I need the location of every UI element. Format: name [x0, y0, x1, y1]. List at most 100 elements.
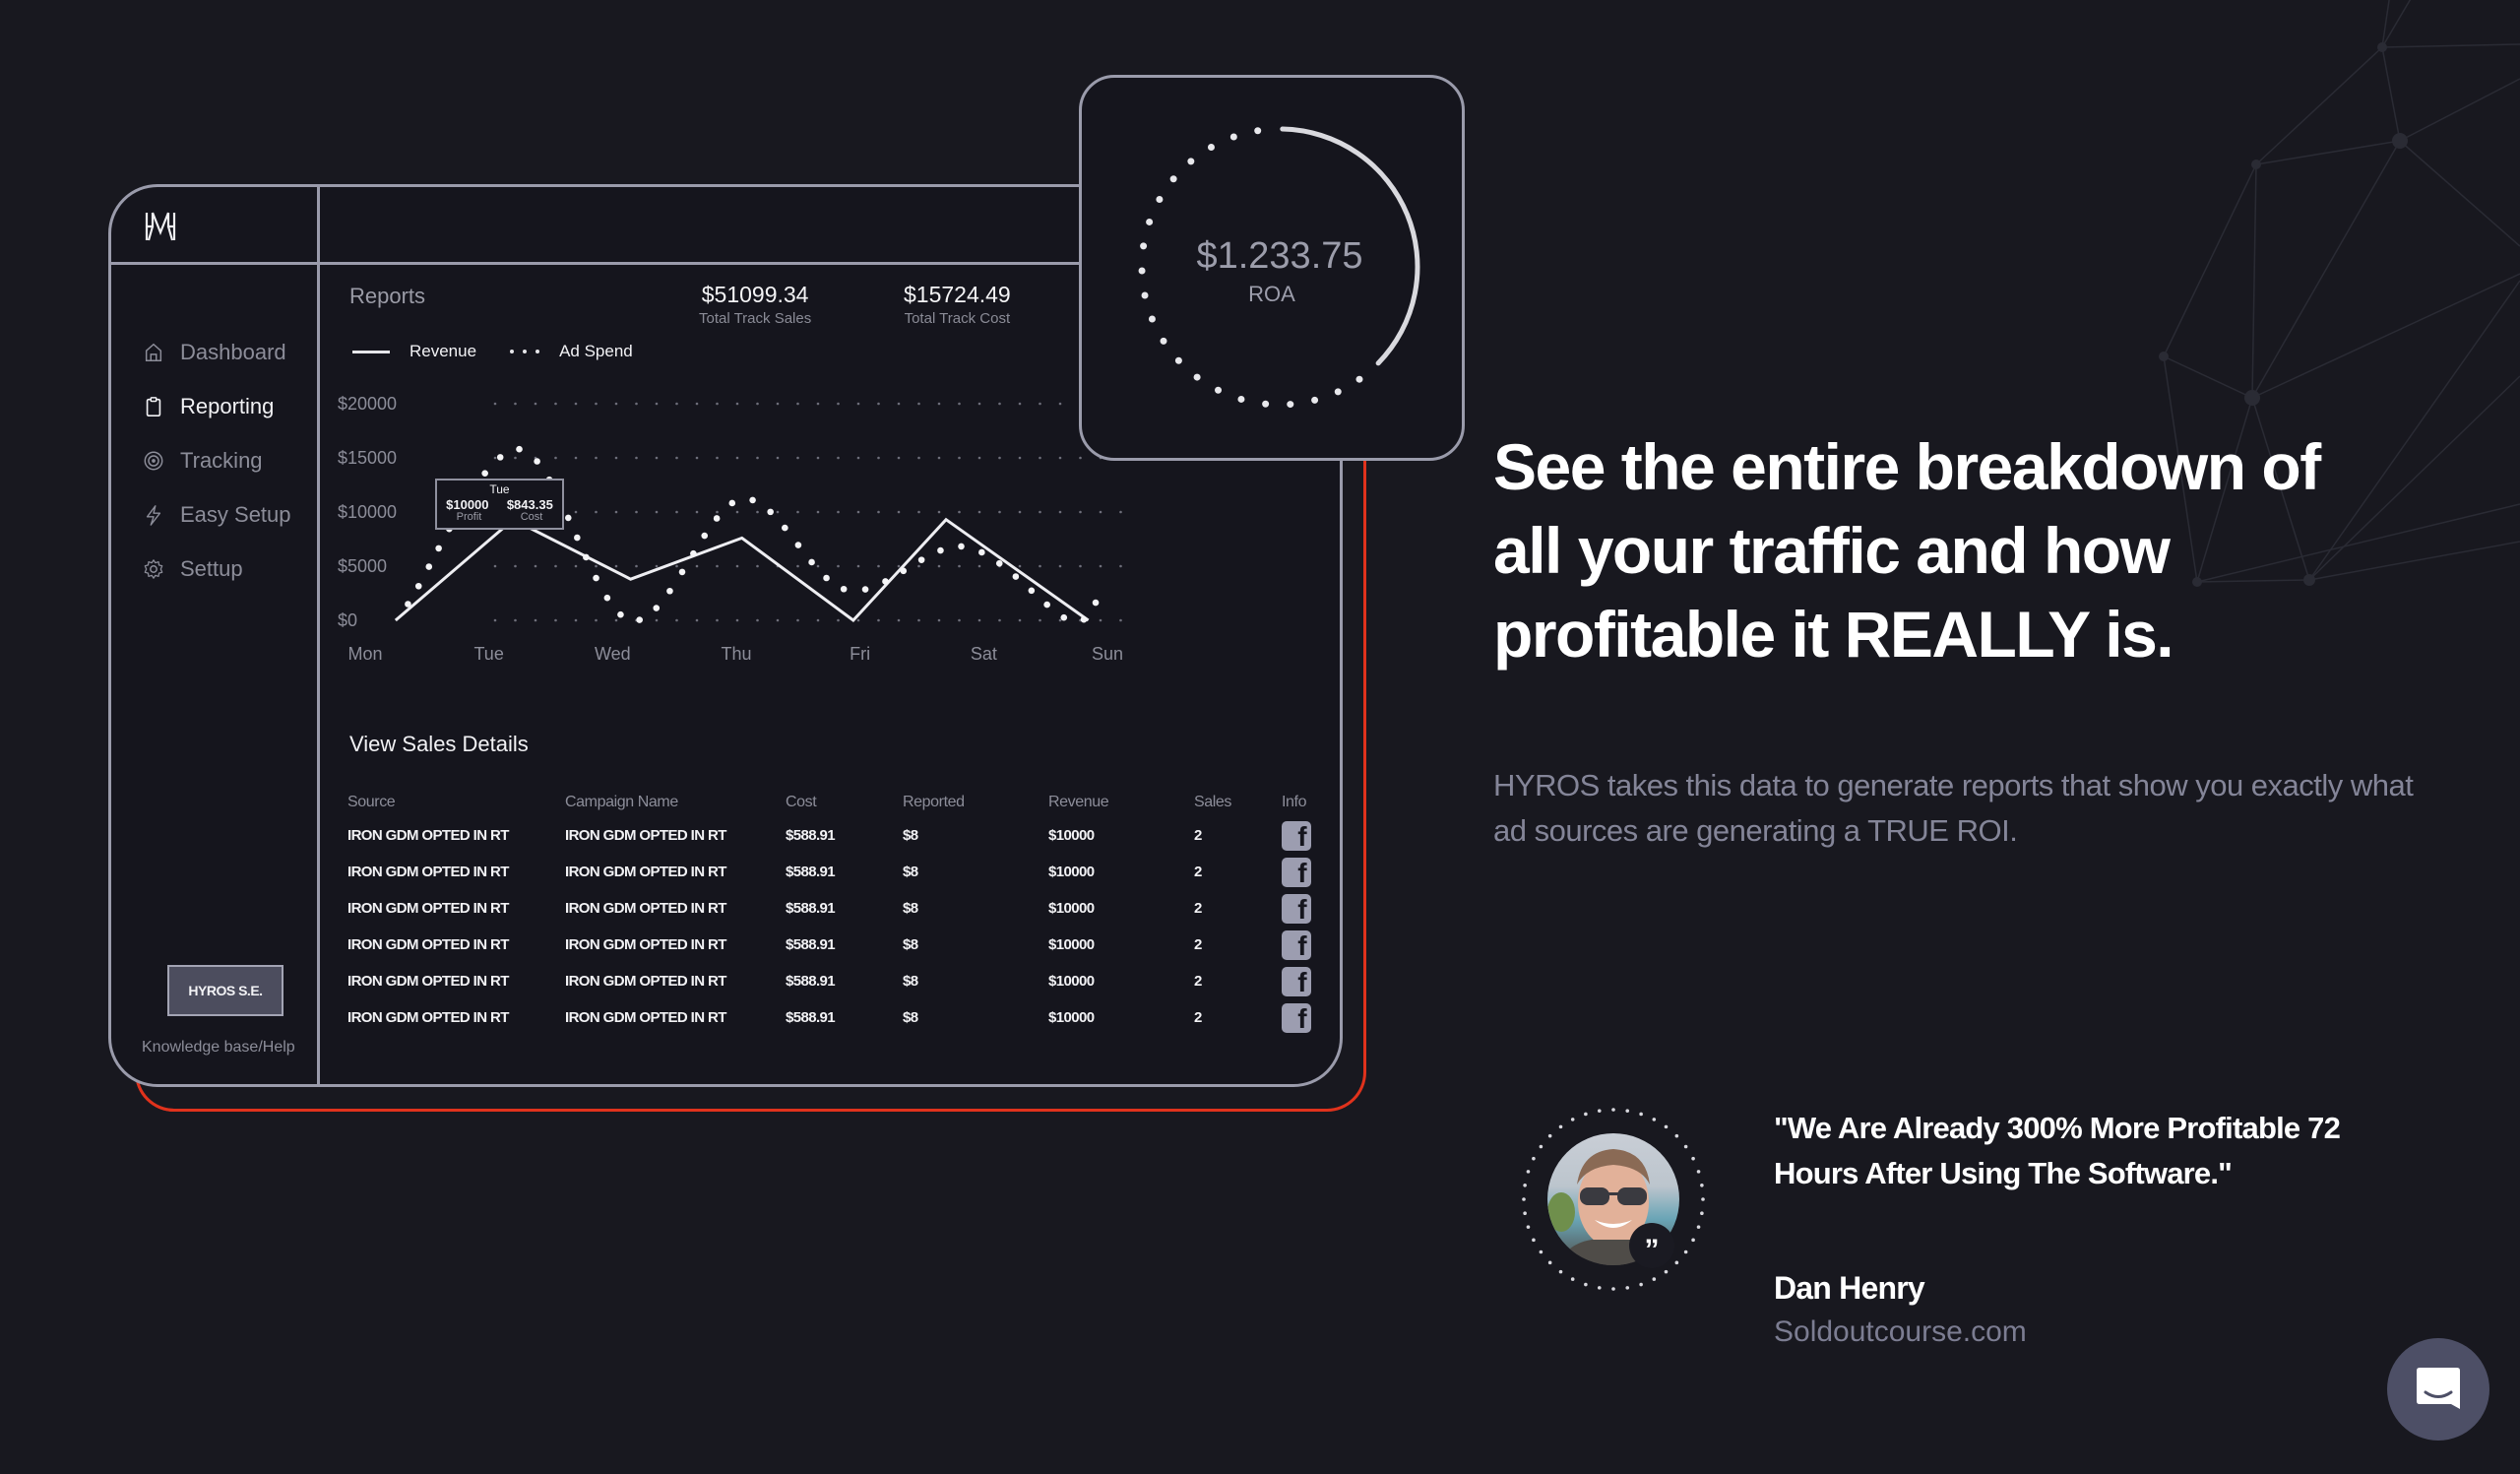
sidebar-item-settup[interactable]: Settup — [141, 542, 291, 596]
chat-widget-button[interactable] — [2387, 1338, 2489, 1441]
network-edge — [2251, 273, 2520, 399]
hyros-logo-icon[interactable] — [143, 209, 178, 244]
cell-sales: 2 — [1194, 827, 1202, 844]
ad-spend-dot — [603, 594, 611, 602]
column-header-campaign[interactable]: Campaign Name — [565, 788, 786, 817]
ad-spend-dot — [617, 610, 624, 618]
ad-spend-dot — [653, 605, 661, 611]
network-edge — [2163, 355, 2253, 399]
y-tick-label: $0 — [338, 610, 357, 630]
account-button[interactable]: HYROS S.E. — [167, 965, 284, 1016]
sidebar-item-label: Reporting — [180, 393, 275, 418]
table-row[interactable]: IRON GDM OPTED IN RT IRON GDM OPTED IN RT… — [347, 963, 1321, 999]
avatar-ring-dot — [1547, 1260, 1552, 1265]
facebook-icon[interactable]: f — [1282, 857, 1311, 887]
ad-spend-dot — [414, 582, 422, 590]
cell-source: IRON GDM OPTED IN RT — [347, 900, 509, 917]
roa-dot — [1237, 395, 1245, 403]
facebook-icon[interactable]: f — [1282, 966, 1311, 996]
facebook-icon[interactable]: f — [1282, 929, 1311, 960]
avatar-ring-dot — [1532, 1238, 1536, 1243]
table-row[interactable]: IRON GDM OPTED IN RT IRON GDM OPTED IN RT… — [347, 999, 1321, 1036]
sidebar-item-tracking[interactable]: Tracking — [141, 433, 291, 487]
sidebar-item-easy-setup[interactable]: Easy Setup — [141, 487, 291, 542]
network-edge — [2251, 163, 2257, 399]
total-track-sales-stat: $51099.34 Total Track Sales — [699, 282, 811, 327]
ad-spend-dot — [435, 545, 442, 552]
cell-cost: $588.91 — [786, 936, 836, 953]
avatar-ring-dot — [1700, 1211, 1704, 1216]
ad-spend-series — [405, 445, 1100, 623]
quote-icon: ” — [1629, 1223, 1674, 1268]
table-row[interactable]: IRON GDM OPTED IN RT IRON GDM OPTED IN RT… — [347, 854, 1321, 890]
roa-dot — [1311, 396, 1319, 404]
knowledge-base-link[interactable]: Knowledge base/Help — [142, 1039, 295, 1057]
column-header-info[interactable]: Info — [1282, 788, 1321, 817]
sidebar-item-dashboard[interactable]: Dashboard — [141, 325, 291, 379]
network-edge — [2399, 140, 2520, 247]
sidebar-item-label: Dashboard — [180, 339, 286, 364]
chat-bubble-icon — [2417, 1368, 2460, 1409]
stat-value: $51099.34 — [701, 282, 809, 307]
network-edge — [2251, 140, 2401, 399]
table-row[interactable]: IRON GDM OPTED IN RT IRON GDM OPTED IN RT… — [347, 927, 1321, 963]
avatar-ring-dot — [1570, 1277, 1575, 1281]
cell-source: IRON GDM OPTED IN RT — [347, 936, 509, 953]
stat-label: Total Track Cost — [904, 310, 1011, 327]
sales-table: Source Campaign Name Cost Reported Reven… — [347, 788, 1321, 1036]
cell-campaign: IRON GDM OPTED IN RT — [565, 900, 726, 917]
table-row[interactable]: IRON GDM OPTED IN RT IRON GDM OPTED IN RT… — [347, 890, 1321, 927]
ad-spend-dot — [1080, 615, 1088, 623]
sidebar-item-reporting[interactable]: Reporting — [141, 379, 291, 433]
ad-spend-dot — [840, 585, 848, 593]
table-row[interactable]: IRON GDM OPTED IN RT IRON GDM OPTED IN RT… — [347, 817, 1321, 854]
cell-info: f — [1282, 890, 1321, 927]
column-header-sales[interactable]: Sales — [1194, 788, 1282, 817]
column-header-source[interactable]: Source — [347, 788, 565, 817]
avatar-ring-dot — [1683, 1144, 1688, 1149]
home-icon — [141, 340, 166, 365]
network-edge — [2399, 78, 2520, 142]
ad-spend-dot — [1060, 613, 1068, 621]
facebook-icon[interactable]: f — [1282, 820, 1311, 851]
cell-cost: $588.91 — [786, 864, 836, 880]
column-header-reported[interactable]: Reported — [903, 788, 1048, 817]
cell-cost: $588.91 — [786, 973, 836, 990]
column-header-cost[interactable]: Cost — [786, 788, 903, 817]
x-tick-label: Fri — [850, 644, 870, 664]
roa-dot — [1287, 401, 1294, 409]
headline-line: all your traffic and how — [1493, 514, 2171, 587]
avatar-ring-dot — [1652, 1118, 1657, 1122]
tooltip-cost-value: $843.35 — [506, 497, 553, 512]
sidebar-nav: Dashboard Reporting Tracking Easy Setup … — [141, 325, 291, 596]
facebook-icon[interactable]: f — [1282, 1002, 1311, 1033]
avatar-ring-dot — [1611, 1287, 1615, 1291]
y-tick-label: $5000 — [338, 556, 387, 576]
cell-source: IRON GDM OPTED IN RT — [347, 1009, 509, 1026]
headline-line: profitable it REALLY is. — [1493, 598, 2174, 671]
headline-line: See the entire breakdown of — [1493, 430, 2321, 503]
gridline — [493, 510, 1122, 514]
avatar-ring-dot — [1674, 1133, 1679, 1138]
ad-spend-dot — [593, 574, 599, 582]
ad-spend-dot — [574, 534, 581, 542]
tooltip-day: Tue — [489, 482, 510, 496]
cell-reported: $8 — [903, 936, 918, 953]
column-header-revenue[interactable]: Revenue — [1048, 788, 1194, 817]
page-headline: See the entire breakdown of all your tra… — [1493, 425, 2478, 676]
target-icon — [141, 448, 166, 474]
roa-dot — [1160, 337, 1167, 345]
roa-dot — [1156, 196, 1164, 204]
reports-title: Reports — [349, 284, 426, 308]
x-tick-label: Tue — [473, 644, 503, 664]
revenue-line — [394, 517, 1090, 623]
roa-dot — [1193, 373, 1201, 381]
stat-label: Total Track Sales — [699, 310, 812, 327]
cell-campaign: IRON GDM OPTED IN RT — [565, 936, 726, 953]
avatar-ring-dot — [1625, 1286, 1630, 1290]
ad-spend-dot — [958, 543, 965, 550]
testimonial-company: Soldoutcourse.com — [1774, 1315, 2027, 1348]
sidebar-item-label: Tracking — [180, 447, 263, 473]
facebook-icon[interactable]: f — [1282, 893, 1311, 924]
ad-spend-dot — [713, 515, 721, 522]
